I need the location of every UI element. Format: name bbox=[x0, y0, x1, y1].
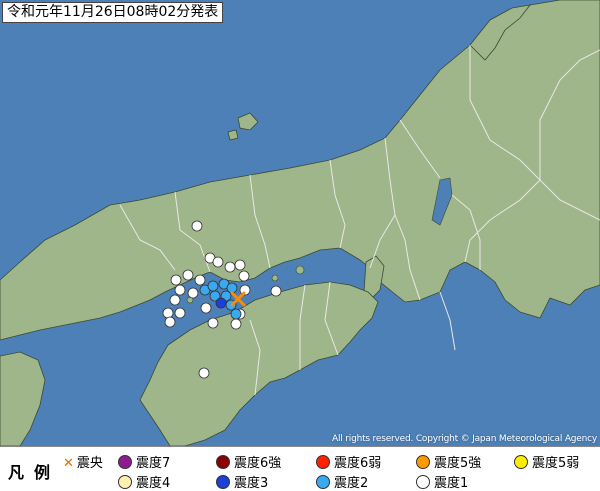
intensity-6-strong-icon bbox=[216, 455, 230, 469]
intensity-1-marker bbox=[194, 274, 206, 286]
intensity-6-weak-icon bbox=[316, 455, 330, 469]
intensity-1-marker bbox=[169, 294, 181, 306]
seto-island bbox=[271, 274, 279, 282]
intensity-1-marker bbox=[200, 302, 212, 314]
legend-label: 震度5強 bbox=[434, 456, 482, 471]
legend-item-intensity-7: 震度7 bbox=[118, 452, 170, 471]
legend-item-intensity-1: 震度1 bbox=[416, 472, 468, 491]
intensity-4-icon bbox=[118, 475, 132, 489]
intensity-1-marker bbox=[187, 287, 199, 299]
legend-label: 震度2 bbox=[334, 476, 369, 491]
intensity-1-marker bbox=[234, 259, 246, 271]
intensity-1-marker bbox=[224, 261, 236, 273]
legend-label: 震度6強 bbox=[234, 456, 282, 471]
intensity-1-marker bbox=[191, 220, 203, 232]
legend-item-intensity-2: 震度2 bbox=[316, 472, 368, 491]
intensity-map bbox=[0, 0, 600, 446]
legend-label: 震度3 bbox=[234, 476, 269, 491]
legend-epicenter-label: 震央 bbox=[76, 456, 103, 471]
intensity-7-icon bbox=[118, 455, 132, 469]
intensity-2-marker bbox=[230, 308, 242, 320]
intensity-1-marker bbox=[162, 307, 174, 319]
intensity-1-marker bbox=[230, 318, 242, 330]
legend-item-intensity-4: 震度4 bbox=[118, 472, 170, 491]
legend-label: 震度7 bbox=[136, 456, 171, 471]
legend-item-intensity-6-weak: 震度6弱 bbox=[316, 452, 381, 471]
intensity-1-marker bbox=[238, 270, 250, 282]
intensity-1-icon bbox=[416, 475, 430, 489]
legend-label: 震度5弱 bbox=[532, 456, 580, 471]
intensity-2-icon bbox=[316, 475, 330, 489]
intensity-legend: 凡例 ✕ 震央 震度7 震度6強 震度6弱 震度5強 震度5弱 震度4 震度3 震… bbox=[0, 446, 600, 491]
legend-item-intensity-5-weak: 震度5弱 bbox=[514, 452, 579, 471]
intensity-1-marker bbox=[170, 274, 182, 286]
legend-label: 震度6弱 bbox=[334, 456, 382, 471]
epicenter-icon: ✕ bbox=[63, 456, 74, 471]
intensity-3-icon bbox=[216, 475, 230, 489]
intensity-5-weak-icon bbox=[514, 455, 528, 469]
intensity-1-marker bbox=[164, 316, 176, 328]
intensity-2-marker bbox=[207, 280, 219, 292]
intensity-1-marker bbox=[207, 317, 219, 329]
intensity-5-strong-icon bbox=[416, 455, 430, 469]
oki-island-2 bbox=[227, 129, 239, 141]
intensity-3-marker bbox=[215, 297, 227, 309]
legend-epicenter: ✕ 震央 bbox=[63, 452, 103, 471]
legend-label: 震度1 bbox=[434, 476, 469, 491]
legend-label: 震度4 bbox=[136, 476, 171, 491]
intensity-1-marker bbox=[182, 269, 194, 281]
intensity-1-marker bbox=[174, 307, 186, 319]
seto-island bbox=[295, 265, 305, 275]
copyright-notice: All rights reserved. Copyright © Japan M… bbox=[332, 434, 597, 444]
intensity-1-marker bbox=[174, 284, 186, 296]
intensity-1-marker bbox=[212, 256, 224, 268]
legend-item-intensity-5-strong: 震度5強 bbox=[416, 452, 481, 471]
intensity-1-marker bbox=[270, 285, 282, 297]
announcement-title: 令和元年11月26日08時02分発表 bbox=[2, 2, 224, 23]
legend-item-intensity-6-strong: 震度6強 bbox=[216, 452, 281, 471]
intensity-1-marker bbox=[198, 367, 210, 379]
legend-item-intensity-3: 震度3 bbox=[216, 472, 268, 491]
legend-title: 凡例 bbox=[8, 463, 61, 482]
